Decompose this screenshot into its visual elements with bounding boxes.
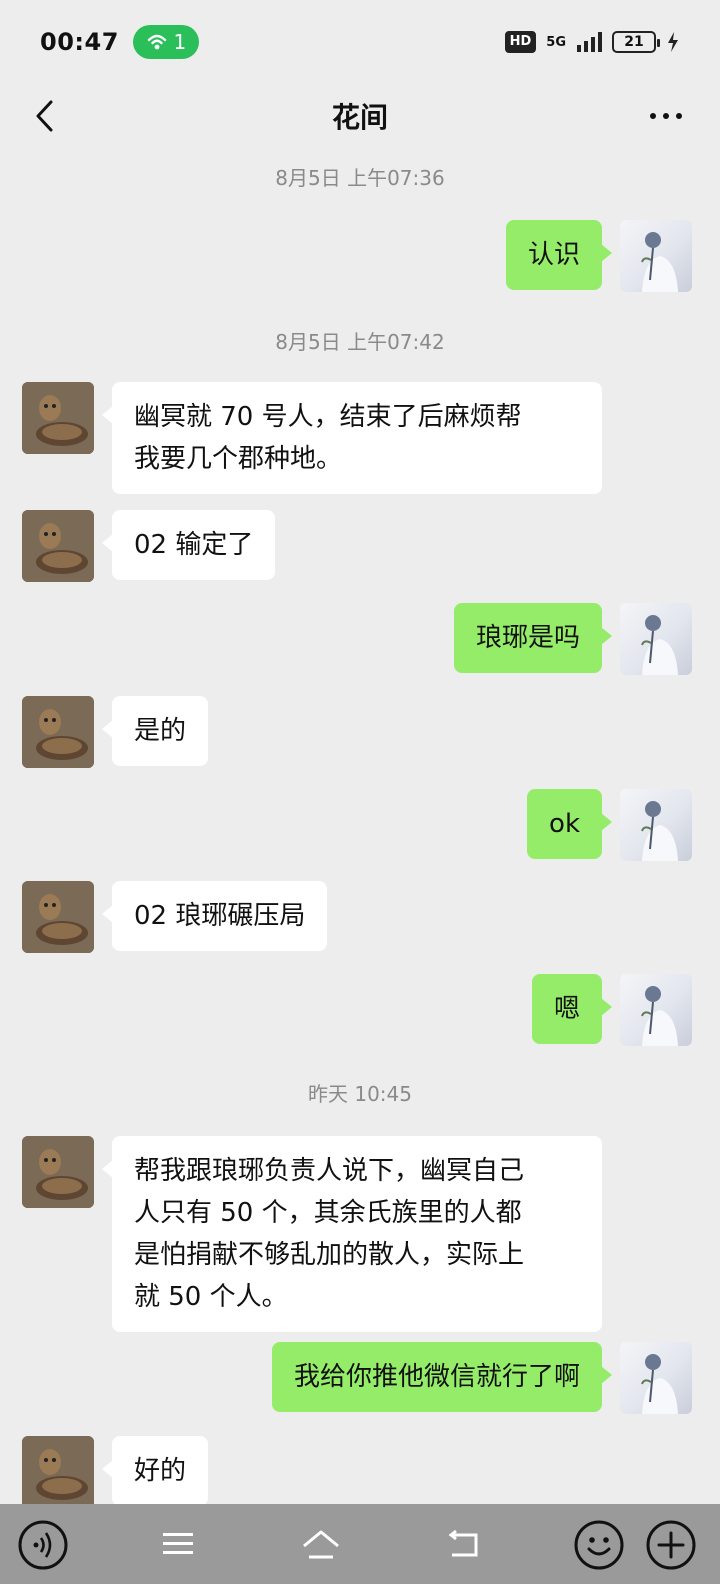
emoji-button[interactable]	[572, 1518, 626, 1572]
plus-button[interactable]	[644, 1518, 698, 1572]
message-line: 人只有 50 个，其余氏族里的人都	[134, 1198, 522, 1228]
home-icon	[303, 1530, 339, 1559]
timestamp: 8月5日 上午07:42	[275, 330, 445, 354]
status-time: 00:47	[40, 28, 119, 56]
charging-icon	[668, 32, 678, 52]
avatar-self[interactable]	[620, 603, 692, 675]
voice-button[interactable]	[16, 1518, 70, 1572]
message-bubble-outgoing[interactable]: 认识	[505, 220, 613, 290]
groot-avatar-image	[22, 1136, 94, 1208]
signal-icon	[577, 32, 602, 52]
voice-icon	[18, 1520, 68, 1570]
message-bubble-outgoing[interactable]: 琅琊是吗	[453, 603, 613, 673]
chat-header: 花间	[0, 84, 720, 148]
rose-avatar-image	[641, 986, 678, 1046]
message-bubble-incoming[interactable]: 帮我跟琅琊负责人说下，幽冥自己 人只有 50 个，其余氏族里的人都 是怕捐献不够…	[102, 1136, 602, 1332]
network-type: 5G	[546, 34, 566, 50]
hotspot-icon	[147, 34, 166, 50]
groot-avatar-image	[22, 881, 94, 953]
hotspot-count: 1	[173, 30, 187, 54]
message-bubble-incoming[interactable]: 幽冥就 70 号人，结束了后麻烦帮 我要几个郡种地。	[102, 382, 602, 494]
chevron-left-icon	[36, 100, 53, 132]
plus-icon	[646, 1520, 696, 1570]
chat-title: 花间	[331, 101, 388, 134]
message-list[interactable]: 8月5日 上午07:36 认识 8月5日 上午07:42 幽冥就 70 号人，结…	[0, 148, 720, 1504]
message-line: 是怕捐献不够乱加的散人，实际上	[134, 1240, 525, 1270]
battery-icon: 21	[612, 31, 660, 53]
groot-avatar-image	[22, 1436, 94, 1504]
message-bubble-incoming[interactable]: 好的	[101, 1436, 209, 1504]
bottom-bar	[0, 1504, 720, 1584]
rose-avatar-image	[641, 232, 678, 292]
menu-icon	[162, 1533, 193, 1554]
message-bubble-incoming[interactable]: 02 琅琊碾压局	[101, 881, 328, 951]
back-button[interactable]	[22, 90, 66, 142]
groot-avatar-image	[22, 696, 94, 768]
status-bar: 00:47 1 HD 5G 21	[0, 0, 720, 84]
avatar-contact[interactable]	[22, 510, 94, 582]
avatar-contact[interactable]	[22, 1136, 94, 1208]
message-bubble-incoming[interactable]: 是的	[101, 696, 209, 766]
avatar-self[interactable]	[620, 974, 692, 1046]
avatar-self[interactable]	[620, 220, 692, 292]
more-button[interactable]	[640, 92, 692, 140]
nav-back-button[interactable]	[434, 1516, 494, 1572]
avatar-self[interactable]	[620, 1342, 692, 1414]
hd-badge: HD	[504, 31, 537, 53]
hotspot-indicator: 1	[132, 25, 199, 59]
message-bubble-outgoing[interactable]: 我给你推他微信就行了啊	[271, 1342, 613, 1412]
avatar-contact[interactable]	[22, 881, 94, 953]
message-line: 就 50 个人。	[134, 1282, 288, 1312]
groot-avatar-image	[22, 382, 94, 454]
timestamp: 昨天 10:45	[308, 1082, 412, 1106]
message-bubble-outgoing[interactable]: ok	[527, 789, 612, 859]
home-button[interactable]	[291, 1516, 351, 1572]
groot-avatar-image	[22, 510, 94, 582]
timestamp: 8月5日 上午07:36	[275, 166, 445, 190]
rose-avatar-image	[641, 801, 678, 861]
system-nav-bar	[86, 1504, 556, 1584]
rose-avatar-image	[641, 615, 678, 675]
more-dots-icon	[650, 113, 656, 119]
message-line: 帮我跟琅琊负责人说下，幽冥自己	[134, 1156, 525, 1186]
battery-level: 21	[624, 34, 644, 50]
menu-button[interactable]	[148, 1516, 208, 1572]
message-line: 幽冥就 70 号人，结束了后麻烦帮	[134, 402, 522, 432]
avatar-contact[interactable]	[22, 696, 94, 768]
message-line: 我要几个郡种地。	[134, 444, 343, 474]
avatar-self[interactable]	[620, 789, 692, 861]
message-bubble-incoming[interactable]: 02 输定了	[101, 510, 276, 580]
avatar-contact[interactable]	[22, 1436, 94, 1504]
avatar-contact[interactable]	[22, 382, 94, 454]
back-arrow-icon	[448, 1529, 478, 1557]
rose-avatar-image	[641, 1354, 678, 1414]
message-bubble-outgoing[interactable]: 嗯	[531, 974, 613, 1044]
emoji-icon	[574, 1520, 624, 1570]
